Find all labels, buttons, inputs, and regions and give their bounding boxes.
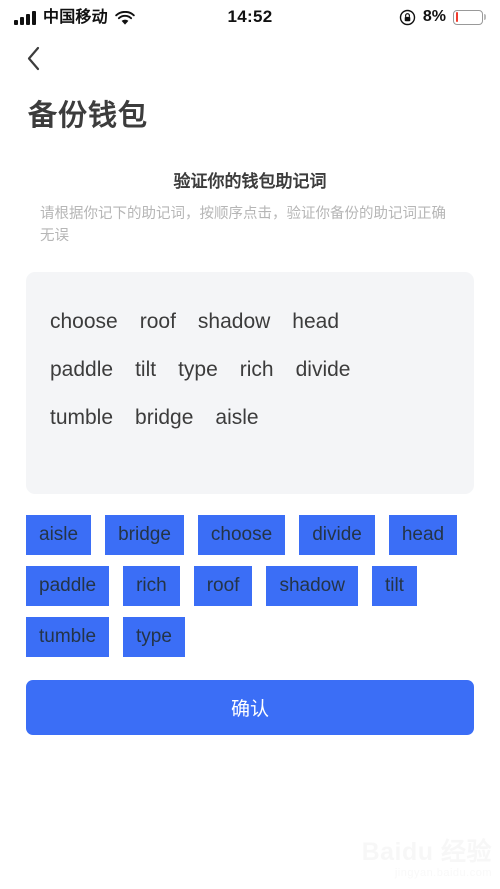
mnemonic-word: bridge (135, 406, 194, 430)
watermark-url: jingyan.baidu.com (394, 867, 492, 879)
chevron-left-icon (27, 46, 40, 70)
word-chip-choose[interactable]: choose (197, 515, 286, 556)
status-bar-right: 8% (399, 8, 486, 26)
mnemonic-row: choose roof shadow head (50, 298, 450, 346)
word-chip-tilt[interactable]: tilt (371, 566, 417, 607)
confirm-button-wrapper: 确认 (26, 680, 474, 736)
watermark-title: Baidu 经验 (361, 838, 492, 866)
battery-icon (453, 9, 486, 25)
word-chip-bridge[interactable]: bridge (105, 515, 184, 556)
word-chip-list: aisle bridge choose divide head paddle rich roo… (26, 515, 474, 658)
mnemonic-word: type (178, 358, 218, 382)
word-chip-tumble[interactable]: tumble (26, 617, 110, 658)
word-chip-rich[interactable]: rich (123, 566, 180, 607)
mnemonic-row: paddle tilt type rich divide (50, 346, 450, 394)
word-chip-roof[interactable]: roof (193, 566, 253, 607)
confirm-button[interactable]: 确认 (26, 680, 474, 736)
word-chip-shadow[interactable]: shadow (266, 566, 358, 607)
mnemonic-word: choose (50, 310, 118, 334)
mnemonic-word: rich (239, 358, 274, 382)
rotation-lock-icon (399, 9, 416, 26)
mnemonic-display-panel: choose roof shadow head paddle tilt type rich d… (26, 272, 474, 495)
word-chip-paddle[interactable]: paddle (26, 566, 110, 607)
mnemonic-word: roof (139, 310, 176, 334)
word-chip-head[interactable]: head (388, 515, 458, 556)
mnemonic-word: paddle (50, 358, 114, 382)
verify-heading: 验证你的钱包助记词 (173, 172, 327, 191)
status-bar: 中国移动 14:52 8% (0, 0, 500, 34)
nav-bar (0, 34, 500, 82)
mnemonic-word: shadow (197, 310, 271, 334)
verify-subtitle: 请根据你记下的助记词，按顺序点击，验证你备份的助记词正确无误 (40, 206, 446, 245)
mnemonic-word: tilt (135, 358, 157, 382)
battery-percent-label: 8% (422, 8, 446, 25)
word-chip-type[interactable]: type (123, 617, 185, 658)
mnemonic-row: tumble bridge aisle (50, 394, 450, 442)
phone-screen: 中国移动 14:52 8% 备份钱包 验证你的钱包助记词 请根据你记下的助记词，… (0, 0, 500, 889)
mnemonic-word: tumble (50, 406, 114, 430)
mnemonic-word: aisle (215, 406, 259, 430)
mnemonic-word: head (292, 310, 340, 334)
back-button[interactable] (26, 44, 52, 72)
baidu-watermark: Baidu 经验 jingyan.baidu.com (362, 840, 492, 879)
word-chip-aisle[interactable]: aisle (26, 515, 92, 556)
mnemonic-word: divide (295, 358, 351, 382)
word-chip-divide[interactable]: divide (299, 515, 375, 556)
page-title: 备份钱包 (28, 100, 149, 132)
